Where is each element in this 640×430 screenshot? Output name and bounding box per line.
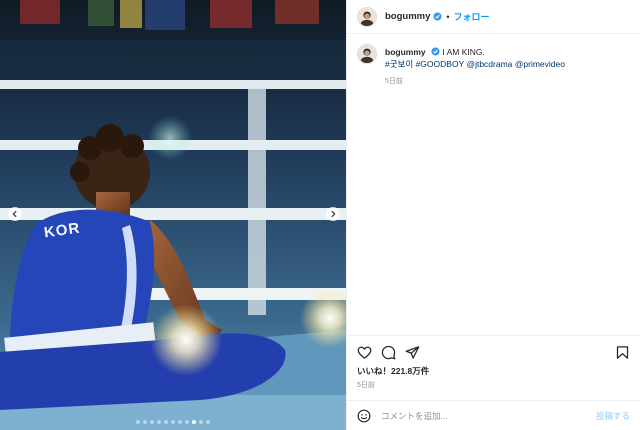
action-bar [347, 335, 640, 369]
caption-username[interactable]: bogummy [385, 47, 426, 57]
caption: bogummy I AM KING. #굿보이 #GOODBOY @jtbcdr… [347, 34, 640, 86]
emoji-button[interactable] [357, 409, 371, 423]
comment-icon [381, 345, 396, 360]
follow-button[interactable]: フォロー [454, 10, 490, 23]
carousel-dot [150, 420, 154, 424]
hashtag-link[interactable]: #굿보이 [385, 59, 413, 69]
caption-text-line: bogummy I AM KING. [385, 46, 565, 58]
save-button[interactable] [615, 345, 630, 360]
mention-link[interactable]: @jtbcdrama [466, 59, 512, 69]
caption-text: I AM KING. [442, 47, 485, 57]
separator-dot: • [446, 11, 450, 22]
like-button[interactable] [357, 345, 372, 360]
carousel-dot [206, 420, 210, 424]
chevron-right-icon [331, 210, 336, 218]
share-icon [405, 346, 420, 359]
next-slide-button[interactable] [326, 207, 340, 221]
post-media[interactable]: KOR [0, 0, 346, 430]
hashtag-list: #굿보이 #GOODBOY @jtbcdrama @primevideo [385, 58, 565, 70]
carousel-dot [136, 420, 140, 424]
post-timestamp[interactable]: 5日前 [347, 377, 640, 390]
carousel-dot [178, 420, 182, 424]
chevron-left-icon [12, 210, 17, 218]
username-link[interactable]: bogummy [385, 11, 430, 22]
instagram-post-modal: KOR bogummy • フォロー bogummy I AM KING. #굿… [0, 0, 640, 430]
post-sidebar: bogummy • フォロー bogummy I AM KING. #굿보이 #… [346, 0, 640, 430]
boxer-photo [0, 0, 346, 430]
heart-icon [357, 346, 372, 359]
bookmark-icon [616, 346, 629, 359]
carousel-dot [157, 420, 161, 424]
hashtag-link[interactable]: #GOODBOY [416, 59, 465, 69]
emoji-icon [357, 409, 371, 422]
post-comment-button[interactable]: 投稿する [596, 410, 630, 422]
previous-slide-button[interactable] [8, 207, 22, 221]
caption-body: bogummy I AM KING. #굿보이 #GOODBOY @jtbcdr… [385, 46, 565, 86]
comment-input[interactable] [381, 410, 596, 421]
caption-timestamp: 5日前 [385, 78, 403, 85]
like-count[interactable]: いいね！221.8万件 [347, 365, 640, 377]
carousel-dot [199, 420, 203, 424]
verified-badge-icon [431, 47, 440, 56]
carousel-dot [192, 420, 196, 424]
carousel-dot [171, 420, 175, 424]
avatar[interactable] [357, 6, 377, 27]
comment-bar: 投稿する [347, 400, 640, 430]
carousel-dot [185, 420, 189, 424]
comment-button[interactable] [381, 345, 396, 360]
carousel-dot [164, 420, 168, 424]
share-button[interactable] [405, 345, 420, 360]
carousel-indicator [0, 420, 346, 424]
caption-avatar[interactable] [357, 44, 377, 64]
mention-link[interactable]: @primevideo [515, 59, 565, 69]
post-header: bogummy • フォロー [347, 0, 640, 34]
verified-badge-icon [433, 12, 442, 21]
carousel-dot [143, 420, 147, 424]
